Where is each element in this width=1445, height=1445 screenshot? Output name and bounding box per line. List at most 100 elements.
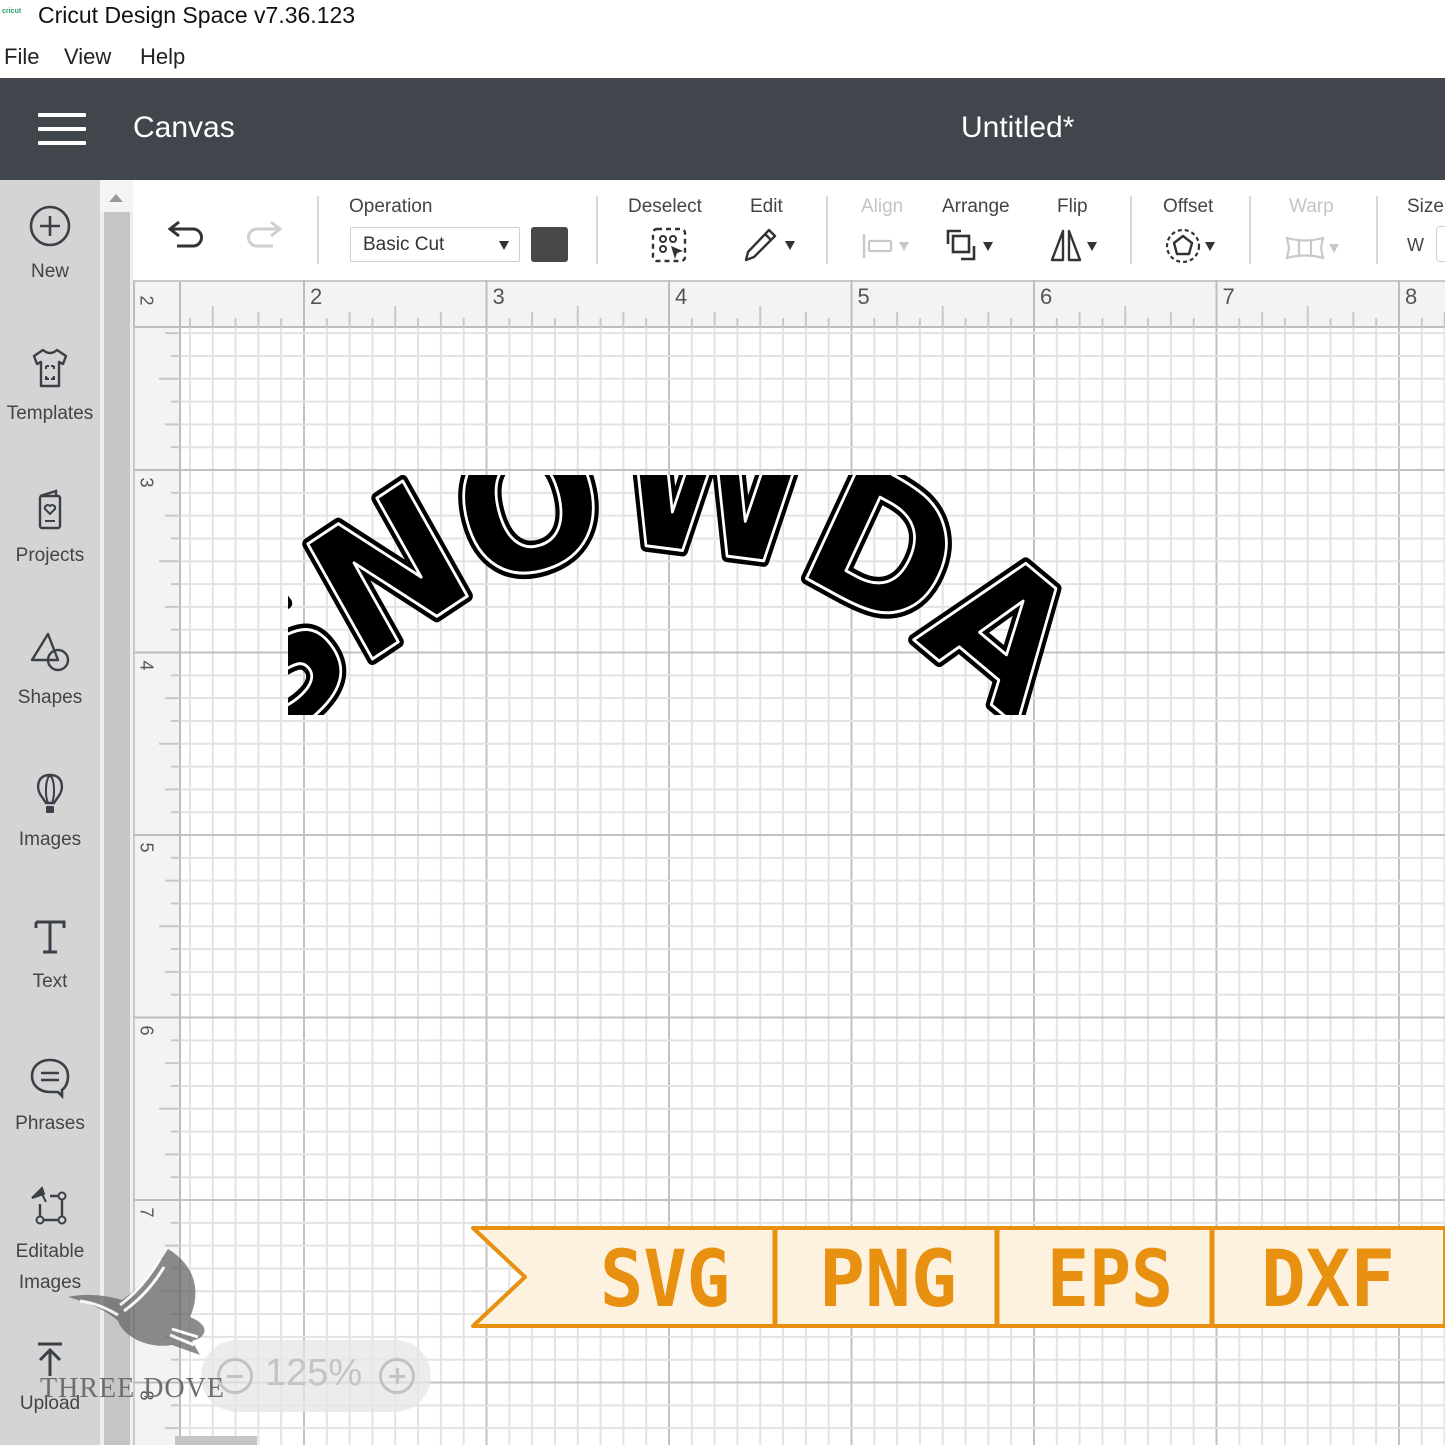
scroll-up-button[interactable]	[100, 180, 133, 212]
format-dxf: DXF	[1261, 1235, 1395, 1325]
zoom-level: 125%	[265, 1352, 363, 1394]
sidebar-item-new[interactable]: New	[0, 204, 100, 287]
scrollbar-thumb[interactable]	[104, 212, 130, 1445]
design-text-fill: SNOWDAY	[288, 475, 1088, 715]
upload-icon	[38, 1342, 62, 1376]
sidebar-label: Templates	[6, 403, 94, 424]
offset-label: Offset	[1163, 196, 1214, 217]
toolbar-divider	[826, 196, 828, 264]
zoom-in-button[interactable]	[379, 1358, 415, 1394]
pencil-icon	[744, 228, 777, 262]
sidebar-item-templates[interactable]: Templates	[0, 346, 100, 429]
align-label: Align	[861, 196, 904, 217]
sidebar-label: Projects	[15, 545, 85, 566]
ruler-number: 8	[1405, 284, 1418, 309]
sidebar-label: New	[30, 261, 69, 282]
app-logo: cricut	[2, 8, 22, 15]
balloon-icon	[36, 773, 64, 813]
size-w-label: W	[1407, 235, 1424, 255]
scroll-up-arrow-icon	[109, 194, 123, 202]
chevron-down-icon	[499, 241, 509, 250]
arrange-icon	[946, 229, 976, 261]
flip-button[interactable]	[1049, 228, 1098, 264]
file-format-banner: SVG PNG EPS DXF	[471, 1226, 1445, 1328]
size-label: Size	[1407, 196, 1444, 217]
ruler-number: 4	[136, 659, 157, 671]
edit-button[interactable]	[743, 227, 796, 263]
tshirt-icon	[32, 348, 68, 388]
editable-image-icon	[31, 1186, 67, 1225]
svg-text:SNOWDAY: SNOWDAY	[288, 475, 1088, 715]
arrange-label: Arrange	[942, 196, 1010, 217]
sidebar-label: Editable Images	[15, 1241, 85, 1293]
deselect-button[interactable]	[651, 227, 687, 268]
horizontal-scrollbar-thumb[interactable]	[175, 1436, 257, 1445]
operation-select[interactable]: Basic Cut	[350, 227, 520, 262]
warp-button[interactable]	[1285, 234, 1340, 262]
ruler-number: 5	[857, 284, 870, 309]
left-sidebar: New Templates Projects Shapes Images Tex…	[0, 180, 100, 1445]
window-title-bar: cricut Cricut Design Space v7.36.123	[0, 0, 1445, 34]
toolbar-divider	[1130, 196, 1132, 264]
chevron-down-icon	[1205, 241, 1216, 251]
chevron-down-icon	[899, 241, 910, 251]
deselect-icon	[651, 227, 687, 263]
chevron-down-icon	[1087, 241, 1098, 251]
format-png: PNG	[819, 1235, 957, 1325]
document-title: Untitled*	[961, 111, 1075, 144]
align-button[interactable]	[861, 232, 910, 260]
app-header: Canvas Untitled*	[0, 78, 1445, 180]
ruler-number: 5	[136, 842, 157, 853]
design-canvas[interactable]: 2 3 4 5 6 7 8 2 3 4 5 6 7 8 SNOWDAY SNOWDAY SVG PNG …	[133, 280, 1445, 1445]
sidebar-item-text[interactable]: Text	[0, 914, 100, 997]
chevron-down-icon	[1329, 243, 1340, 253]
sidebar-item-images[interactable]: Images	[0, 772, 100, 855]
menu-view[interactable]: View	[64, 44, 111, 70]
ruler-number: 7	[136, 1207, 157, 1218]
sidebar-label: Phrases	[15, 1113, 85, 1134]
width-input[interactable]	[1436, 226, 1445, 262]
toolbar-divider	[317, 196, 319, 264]
ruler-number: 2	[310, 284, 323, 309]
sidebar-item-editable-images[interactable]: Editable Images	[0, 1184, 100, 1298]
warp-label: Warp	[1289, 196, 1334, 217]
ruler-number: 7	[1222, 284, 1235, 309]
sidebar-item-projects[interactable]: Projects	[0, 488, 100, 571]
color-swatch[interactable]	[531, 227, 568, 262]
sidebar-item-phrases[interactable]: Phrases	[0, 1056, 100, 1139]
sidebar-label: Upload	[19, 1393, 81, 1414]
edit-toolbar: Operation Basic Cut Deselect Edit Align …	[133, 180, 1445, 280]
flip-label: Flip	[1057, 196, 1088, 217]
zoom-control: 125%	[201, 1340, 431, 1412]
align-icon	[862, 234, 893, 258]
format-svg: SVG	[600, 1235, 730, 1325]
arrange-button[interactable]	[945, 228, 994, 264]
sidebar-item-upload[interactable]: Upload	[0, 1340, 100, 1419]
edit-label: Edit	[750, 196, 783, 217]
speech-bubble-icon	[30, 1058, 70, 1100]
ruler-number: 6	[136, 1024, 157, 1036]
design-text-snowday[interactable]: SNOWDAY SNOWDAY	[288, 475, 1088, 715]
chevron-down-icon	[785, 240, 796, 250]
section-title: Canvas	[133, 111, 235, 144]
toolbar-divider	[1376, 196, 1378, 264]
ruler-number: 4	[675, 284, 688, 309]
chevron-down-icon	[983, 241, 994, 251]
menu-file[interactable]: File	[4, 44, 39, 70]
ruler-number: 3	[492, 284, 505, 309]
hamburger-menu-icon[interactable]	[38, 113, 86, 147]
shapes-icon	[30, 632, 70, 672]
undo-button[interactable]	[165, 216, 209, 257]
menu-bar: File View Help	[0, 40, 1445, 78]
operation-select-value: Basic Cut	[363, 234, 445, 255]
redo-button[interactable]	[241, 216, 285, 257]
plus-circle-icon	[29, 205, 71, 247]
offset-button[interactable]	[1165, 228, 1216, 264]
sidebar-label: Text	[32, 971, 68, 992]
toolbar-divider	[596, 196, 598, 264]
operation-label: Operation	[349, 196, 433, 217]
sidebar-item-shapes[interactable]: Shapes	[0, 630, 100, 713]
zoom-out-button[interactable]	[217, 1358, 253, 1394]
ruler-number: 2	[136, 295, 157, 306]
menu-help[interactable]: Help	[140, 44, 185, 70]
